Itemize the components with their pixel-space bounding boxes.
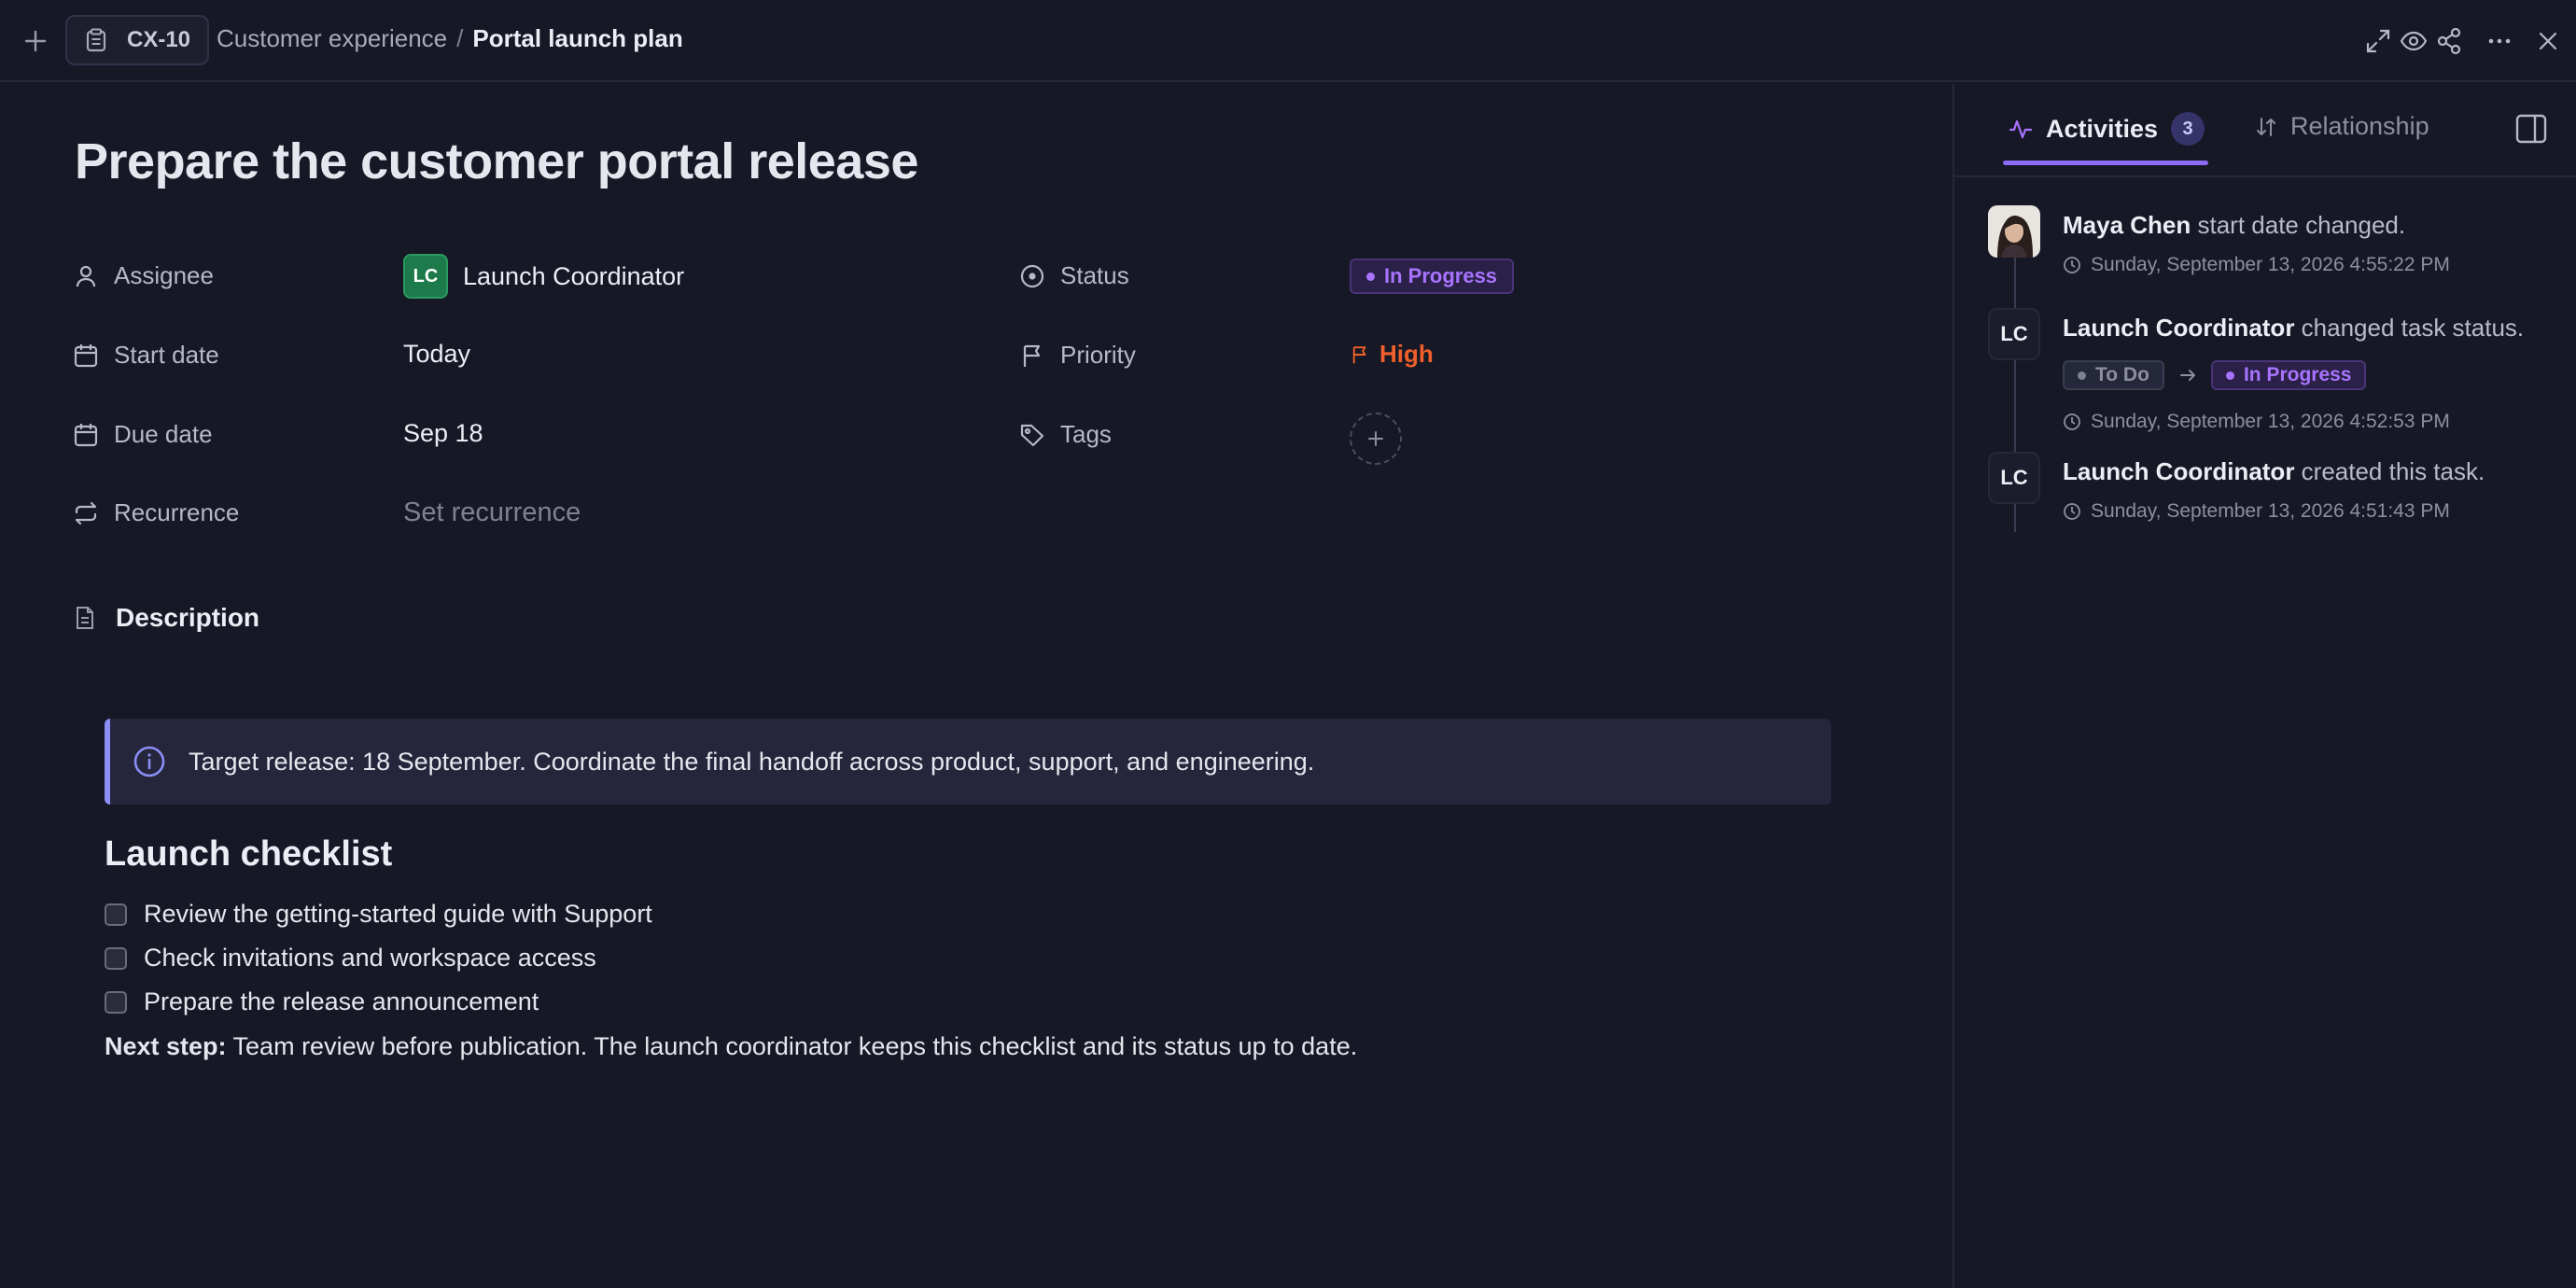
status-label: Status bbox=[1019, 261, 1129, 290]
activity-timestamp: Sunday, September 13, 2026 4:55:22 PM bbox=[2063, 254, 2450, 276]
priority-value[interactable]: High bbox=[1350, 340, 1434, 369]
issue-id: CX-10 bbox=[127, 27, 191, 52]
breadcrumb-separator: / bbox=[456, 24, 464, 52]
callout-text: Target release: 18 September. Coordinate… bbox=[189, 747, 1315, 776]
expand-icon[interactable] bbox=[2363, 26, 2393, 56]
active-tab-indicator bbox=[2003, 161, 2208, 165]
sort-icon bbox=[2257, 117, 2275, 136]
calendar-icon bbox=[74, 343, 98, 367]
activity-count-badge: 3 bbox=[2171, 112, 2205, 146]
status-change: To Do In Progress bbox=[2063, 360, 2367, 390]
side-panel: Activities 3 Relationship Maya Chen star… bbox=[1953, 84, 2576, 1288]
checklist: Review the getting-started guide with Su… bbox=[105, 892, 652, 1024]
description-header[interactable]: Description bbox=[75, 603, 259, 633]
clock-icon bbox=[2064, 413, 2080, 430]
plus-icon[interactable] bbox=[21, 26, 50, 56]
clock-icon bbox=[2064, 503, 2080, 520]
tags-label: Tags bbox=[1019, 420, 1112, 449]
status-value[interactable]: In Progress bbox=[1350, 259, 1515, 294]
info-callout: Target release: 18 September. Coordinate… bbox=[105, 719, 1831, 805]
start-date-value[interactable]: Today bbox=[403, 340, 470, 369]
assignee-label: Assignee bbox=[73, 261, 214, 290]
flag-icon bbox=[1023, 344, 1041, 367]
checkbox[interactable] bbox=[105, 990, 127, 1014]
activity-icon bbox=[2009, 119, 2033, 139]
recurrence-label: Recurrence bbox=[73, 498, 239, 527]
panel-tabs: Activities 3 Relationship bbox=[1954, 84, 2576, 177]
eye-icon[interactable] bbox=[2399, 26, 2429, 56]
checklist-item[interactable]: Check invitations and workspace access bbox=[105, 936, 652, 980]
arrow-right-icon bbox=[2179, 370, 2195, 381]
more-icon[interactable] bbox=[2485, 26, 2514, 56]
checkbox[interactable] bbox=[105, 946, 127, 970]
add-tag-button[interactable] bbox=[1350, 413, 1402, 465]
task-detail: Prepare the customer portal release Assi… bbox=[0, 84, 1953, 1288]
info-icon bbox=[133, 746, 165, 777]
status-badge-from: To Do bbox=[2063, 360, 2164, 390]
status-badge: In Progress bbox=[1350, 259, 1515, 294]
tag-icon bbox=[1020, 424, 1044, 446]
activity-timestamp: Sunday, September 13, 2026 4:52:53 PM bbox=[2063, 411, 2450, 433]
checklist-item[interactable]: Review the getting-started guide with Su… bbox=[105, 892, 652, 936]
breadcrumb-parent[interactable]: Customer experience bbox=[217, 24, 447, 53]
activity-item: LC Launch Coordinator created this task.… bbox=[1988, 452, 2567, 536]
activity-item: Maya Chen start date changed. Sunday, Se… bbox=[1988, 205, 2567, 289]
tab-relationship[interactable]: Relationship bbox=[2255, 112, 2429, 141]
calendar-icon bbox=[74, 423, 98, 446]
activity-text: Launch Coordinator created this task. bbox=[2063, 457, 2485, 485]
clock-icon bbox=[2064, 257, 2080, 273]
due-date-value[interactable]: Sep 18 bbox=[403, 419, 483, 448]
repeat-icon bbox=[75, 501, 97, 525]
flag-icon bbox=[1352, 345, 1366, 363]
activity-item: LC Launch Coordinator changed task statu… bbox=[1988, 308, 2567, 432]
status-badge-to: In Progress bbox=[2210, 360, 2367, 390]
due-date-label: Due date bbox=[73, 420, 213, 449]
avatar: LC bbox=[1988, 308, 2040, 360]
next-step: Next step: Team review before publicatio… bbox=[105, 1032, 1358, 1060]
checkbox[interactable] bbox=[105, 903, 127, 926]
avatar bbox=[1988, 205, 2040, 258]
avatar: LC bbox=[1988, 452, 2040, 504]
document-icon bbox=[77, 607, 93, 629]
assignee-value[interactable]: LC Launch Coordinator bbox=[403, 254, 684, 299]
plus-icon bbox=[1368, 431, 1383, 446]
panel-icon[interactable] bbox=[2514, 112, 2548, 146]
priority-label: Priority bbox=[1019, 341, 1136, 370]
avatar: LC bbox=[403, 254, 448, 299]
checklist-item[interactable]: Prepare the release announcement bbox=[105, 980, 652, 1024]
share-icon[interactable] bbox=[2434, 26, 2464, 56]
status-circle-icon bbox=[1020, 264, 1044, 287]
user-icon bbox=[76, 265, 96, 287]
task-title[interactable]: Prepare the customer portal release bbox=[75, 133, 918, 190]
checklist-title: Launch checklist bbox=[105, 834, 393, 874]
activity-timestamp: Sunday, September 13, 2026 4:51:43 PM bbox=[2063, 500, 2450, 523]
breadcrumb: Customer experience / Portal launch plan bbox=[217, 24, 683, 53]
activity-text: Launch Coordinator changed task status. bbox=[2063, 314, 2525, 342]
clipboard-icon bbox=[86, 28, 106, 52]
activity-text: Maya Chen start date changed. bbox=[2063, 211, 2406, 239]
start-date-label: Start date bbox=[73, 341, 219, 370]
close-icon[interactable] bbox=[2533, 26, 2563, 56]
breadcrumb-current[interactable]: Portal launch plan bbox=[472, 24, 682, 53]
tab-activities[interactable]: Activities 3 bbox=[2009, 112, 2205, 146]
top-bar: CX-10 Customer experience / Portal launc… bbox=[0, 0, 2576, 82]
recurrence-value[interactable]: Set recurrence bbox=[403, 497, 581, 528]
issue-id-chip[interactable]: CX-10 bbox=[65, 15, 209, 65]
